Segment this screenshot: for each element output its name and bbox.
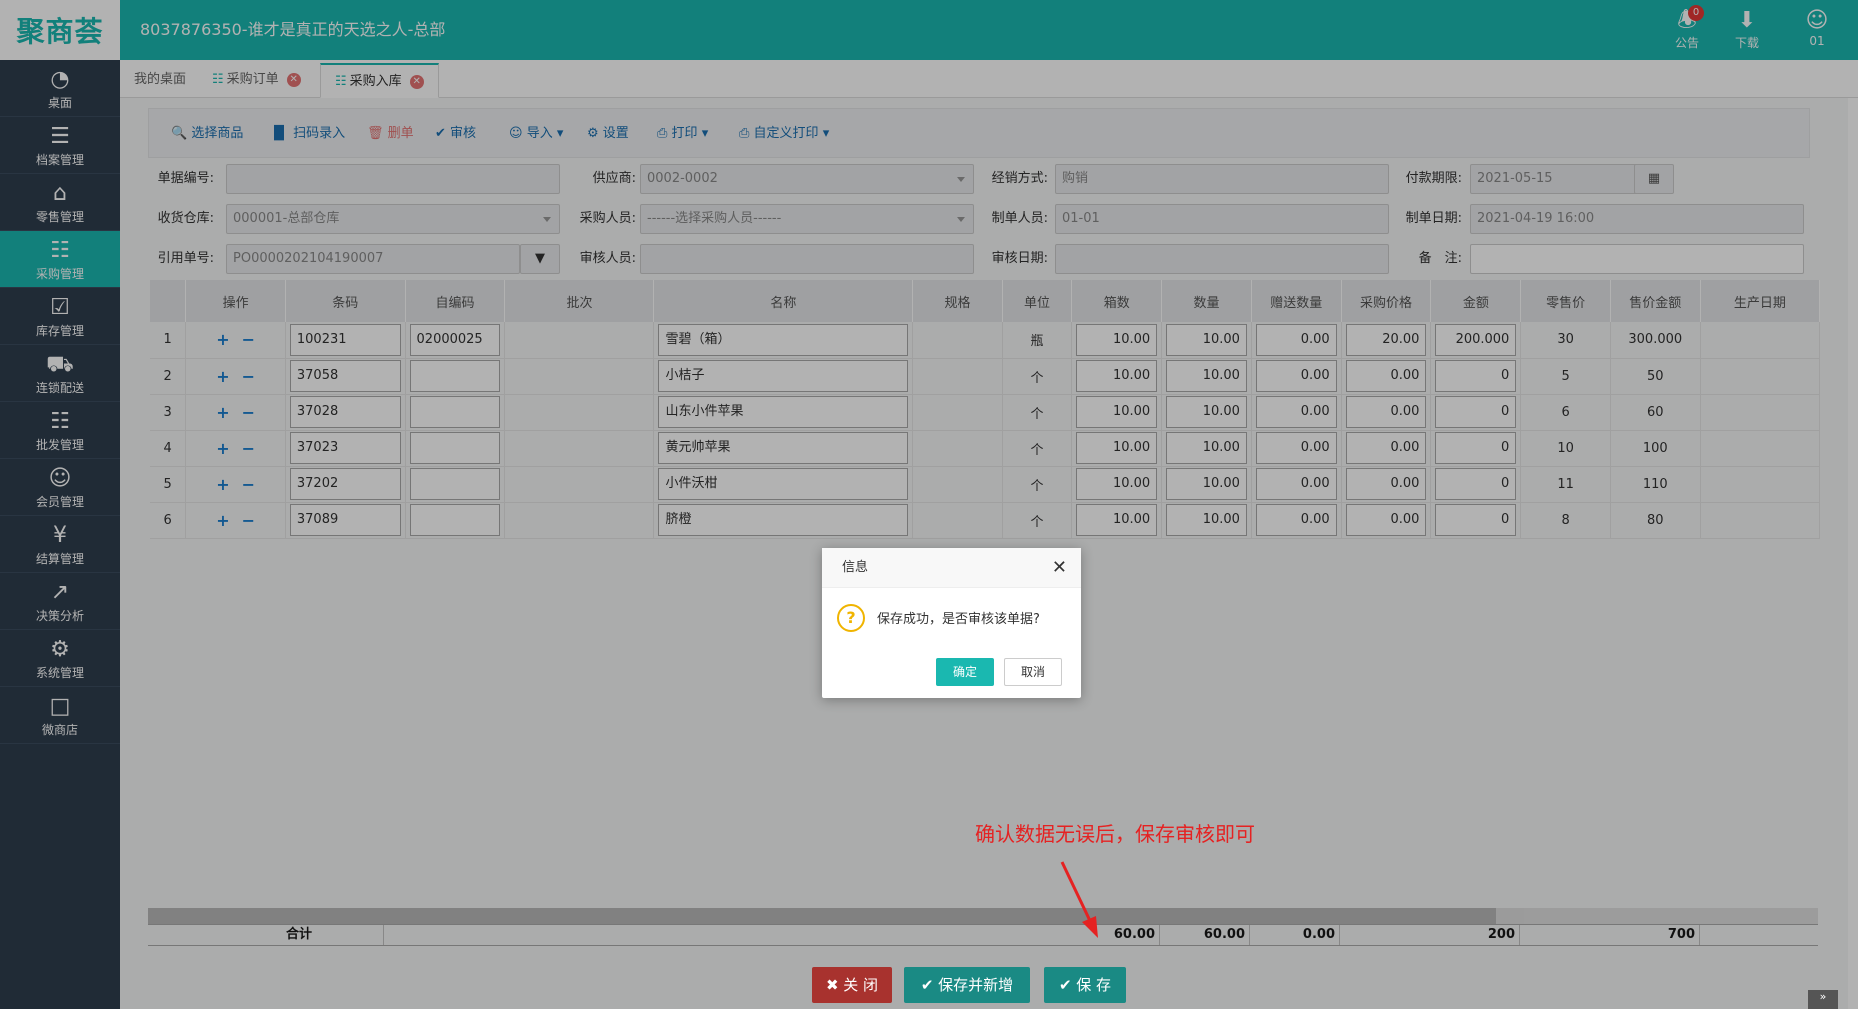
- scrollbar-thumb[interactable]: [148, 908, 1496, 924]
- horizontal-scrollbar[interactable]: [148, 908, 1818, 924]
- button-label: 关 闭: [843, 976, 879, 994]
- total-boxes: 60.00: [1070, 925, 1160, 945]
- total-label: 合计: [284, 925, 384, 945]
- total-sale-amount: 700: [1610, 925, 1700, 945]
- save-button[interactable]: ✔ 保 存: [1044, 967, 1126, 1003]
- dialog-title: 信息: [822, 548, 1081, 588]
- cancel-button[interactable]: 取消: [1004, 658, 1062, 686]
- total-row: 合计 60.00 60.00 0.00 200 700: [148, 924, 1818, 946]
- confirm-button[interactable]: 确定: [936, 658, 994, 686]
- close-button[interactable]: ✖ 关 闭: [812, 967, 892, 1003]
- button-label: 保存并新增: [938, 976, 1014, 994]
- total-amount: 200: [1430, 925, 1520, 945]
- close-icon[interactable]: ✕: [1052, 557, 1067, 578]
- total-qty: 60.00: [1160, 925, 1250, 945]
- confirm-dialog: 信息 ✕ ? 保存成功，是否审核该单据? 确定 取消: [822, 548, 1081, 698]
- modal-overlay: [0, 0, 1858, 1009]
- question-icon: ?: [837, 604, 865, 632]
- dialog-message: 保存成功，是否审核该单据?: [877, 612, 1040, 627]
- instruction-annotation: 确认数据无误后，保存审核即可: [975, 822, 1255, 846]
- total-gift: 0.00: [1250, 925, 1340, 945]
- save-and-new-button[interactable]: ✔ 保存并新增: [904, 967, 1030, 1003]
- back-to-top-button[interactable]: »: [1808, 990, 1838, 1009]
- button-label: 保 存: [1076, 976, 1112, 994]
